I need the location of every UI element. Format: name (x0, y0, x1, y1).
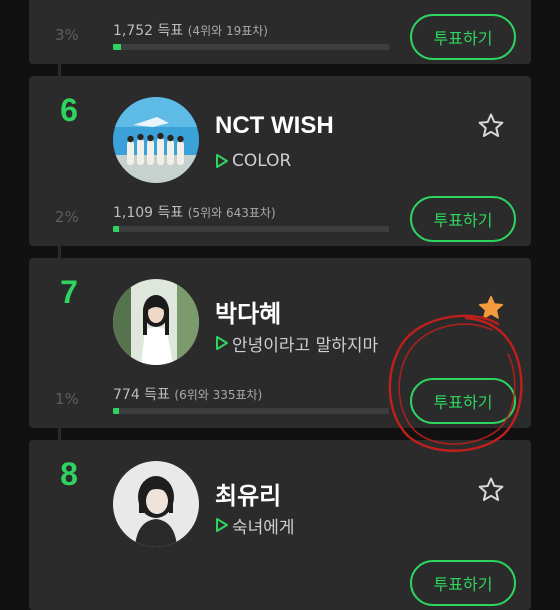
artist-name: 박다혜 (215, 301, 282, 328)
rank-number: 7 (60, 274, 78, 310)
play-triangle-icon (216, 518, 228, 532)
artist-name: NCT WISH (215, 112, 334, 139)
vote-button[interactable]: 투표하기 (410, 378, 516, 424)
vote-percent: 3% (55, 26, 79, 44)
vote-percent: 1% (55, 390, 79, 408)
vote-share-bar (113, 226, 389, 232)
song-link[interactable]: 안녕이라고 말하지마 (215, 332, 379, 356)
ranking-card: 7 박다혜 안녕이라고 말하지마 1% 774 득표 (6위와 335표차) 투… (29, 258, 531, 428)
ranking-card: 3% 1,752 득표 (4위와 19표차) 투표하기 (29, 0, 531, 64)
artist-avatar[interactable] (113, 279, 199, 365)
artist-avatar[interactable] (113, 461, 199, 547)
vote-share-fill (113, 408, 119, 414)
vote-percent: 2% (55, 208, 79, 226)
vote-count: 1,752 득표 (4위와 19표차) (113, 23, 268, 39)
vote-button[interactable]: 투표하기 (410, 196, 516, 242)
star-outline-icon[interactable] (477, 476, 505, 504)
vote-share-fill (113, 44, 122, 50)
vote-count: 1,109 득표 (5위와 643표차) (113, 205, 276, 221)
song-title: 안녕이라고 말하지마 (232, 335, 379, 356)
star-filled-icon[interactable] (477, 294, 505, 322)
song-link[interactable]: COLOR (215, 150, 291, 172)
song-title: 숙녀에게 (232, 517, 295, 538)
vote-share-bar (113, 408, 389, 414)
song-title: COLOR (232, 151, 292, 171)
star-outline-icon[interactable] (477, 112, 505, 140)
rank-number: 8 (60, 456, 78, 492)
vote-button[interactable]: 투표하기 (410, 560, 516, 606)
ranking-card: 6 NCT WISH COLOR 2% 1,109 득표 (5위와 643표차)… (29, 76, 531, 246)
song-link[interactable]: 숙녀에게 (215, 514, 295, 538)
vote-share-bar (113, 44, 389, 50)
rank-number: 6 (60, 92, 78, 128)
artist-avatar[interactable] (113, 97, 199, 183)
play-triangle-icon (216, 154, 228, 168)
vote-count: 774 득표 (6위와 335표차) (113, 387, 263, 403)
vote-button[interactable]: 투표하기 (410, 14, 516, 60)
play-triangle-icon (216, 336, 228, 350)
ranking-card: 8 최유리 숙녀에게 투표하기 (29, 440, 531, 610)
vote-share-fill (113, 226, 119, 232)
artist-name: 최유리 (215, 483, 282, 510)
